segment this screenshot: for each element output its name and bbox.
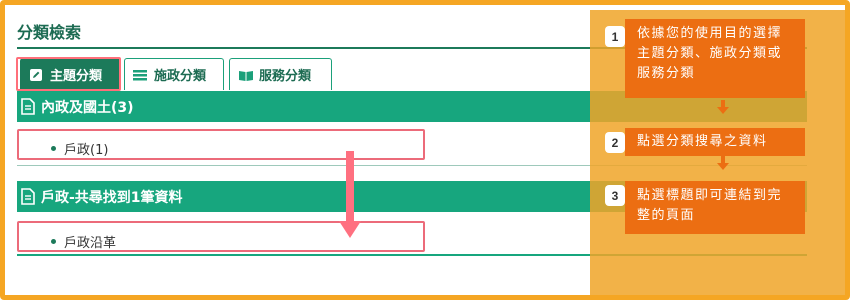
- step-text-2: 點選分類搜尋之資料: [637, 134, 768, 149]
- down-arrow-icon: [717, 100, 729, 114]
- down-arrow-icon: [717, 156, 729, 170]
- tab-policy[interactable]: 施政分類: [124, 58, 224, 90]
- step-text-3: 點選標題即可連結到完整的頁面: [637, 188, 783, 223]
- document-icon: [21, 188, 35, 205]
- section-heading-2-label: 戶政-共尋找到1筆資料: [41, 189, 183, 206]
- bullet: [51, 146, 56, 151]
- down-arrow-icon: [339, 151, 361, 238]
- step-number-1: 1: [605, 26, 625, 47]
- step-callout-3: 點選標題即可連結到完整的頁面: [625, 181, 805, 234]
- book-icon: [238, 68, 253, 82]
- list-item[interactable]: 戶政沿革: [51, 232, 116, 251]
- list-item-label: 戶政(1): [64, 143, 109, 158]
- bullet: [51, 239, 56, 244]
- step-number-2: 2: [605, 132, 625, 153]
- section-heading-1-label: 內政及國土(3): [41, 99, 134, 116]
- step-number-3: 3: [605, 185, 625, 206]
- tab-policy-label: 施政分類: [154, 69, 207, 84]
- tab-service-label: 服務分類: [259, 69, 312, 84]
- tutorial-frame: 分類檢索 主題分類 施政分類 服務分類 內政及國土(3) 戶政(1) 戶政-共尋…: [0, 0, 850, 300]
- page-title: 分類檢索: [17, 23, 82, 42]
- step-callout-1: 依據您的使用目的選擇主題分類、施政分類或服務分類: [625, 19, 805, 98]
- tab-service[interactable]: 服務分類: [229, 58, 332, 90]
- list-item-label: 戶政沿革: [64, 236, 117, 251]
- document-icon: [21, 98, 35, 115]
- list-icon: [133, 68, 147, 82]
- step-callout-2: 點選分類搜尋之資料: [625, 128, 805, 156]
- step-text-1: 依據您的使用目的選擇主題分類、施政分類或服務分類: [637, 26, 783, 81]
- tab-highlight-frame: [16, 57, 121, 91]
- list-item[interactable]: 戶政(1): [51, 139, 108, 158]
